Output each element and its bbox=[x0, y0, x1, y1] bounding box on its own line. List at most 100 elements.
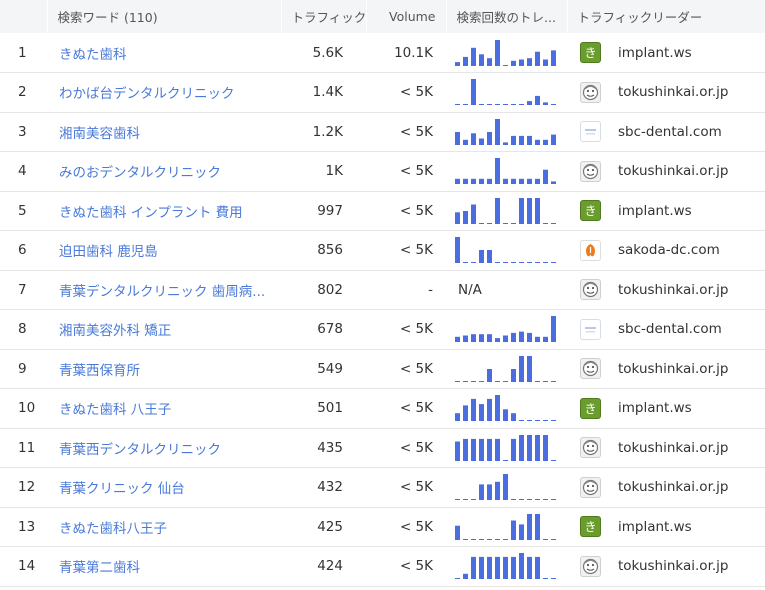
trend-cell: N/A bbox=[446, 270, 567, 310]
trend-bar bbox=[479, 138, 484, 145]
trend-cell bbox=[446, 547, 567, 587]
leader-cell: き implant.ws bbox=[567, 33, 765, 73]
trend-bar bbox=[519, 59, 524, 66]
keyword-column-header[interactable]: 検索ワード (110) bbox=[46, 0, 281, 33]
trend-bar bbox=[527, 513, 532, 540]
traffic-cell: 1K bbox=[281, 152, 366, 192]
row-rank: 2 bbox=[18, 84, 27, 101]
keyword-link[interactable]: 湘南美容外科 矯正 bbox=[59, 319, 271, 339]
trend-bar bbox=[527, 557, 532, 580]
trend-column-header[interactable]: 検索回数のトレ... bbox=[445, 0, 567, 33]
trend-bar-empty bbox=[455, 499, 460, 501]
table-row[interactable]: 5 きぬた歯科 インプラント 費用 997 < 5K き implant.ws bbox=[0, 191, 765, 231]
trend-bar bbox=[487, 368, 492, 382]
row-rank: 6 bbox=[18, 242, 27, 259]
trend-bar bbox=[535, 179, 540, 185]
table-row[interactable]: 8 湘南美容外科 矯正 678 < 5K sbc-dental.com bbox=[0, 310, 765, 349]
table-row[interactable]: 10 きぬた歯科 八王子 501 < 5K き implant.ws bbox=[0, 389, 765, 429]
keyword-link[interactable]: 青葉西保育所 bbox=[59, 359, 271, 379]
volume-value: < 5K bbox=[399, 242, 433, 259]
trend-bar bbox=[527, 355, 532, 382]
traffic-cell: 997 bbox=[281, 191, 366, 231]
keyword-link[interactable]: きぬた歯科八王子 bbox=[59, 517, 271, 537]
leader-domain[interactable]: implant.ws bbox=[618, 45, 692, 61]
leader-domain[interactable]: sbc-dental.com bbox=[618, 321, 722, 337]
favicon-glyph: き bbox=[584, 204, 597, 219]
favicon-glyph: き bbox=[584, 46, 597, 60]
traffic-cell: 432 bbox=[281, 468, 366, 508]
table-row[interactable]: 1 きぬた歯科 5.6K 10.1K き implant.ws bbox=[0, 33, 765, 73]
keyword-link[interactable]: きぬた歯科 bbox=[59, 43, 271, 63]
volume-value: < 5K bbox=[399, 439, 433, 456]
volume-column-header[interactable]: Volume bbox=[365, 0, 446, 33]
keyword-link[interactable]: 青葉第二歯科 bbox=[59, 556, 271, 576]
leader-domain[interactable]: tokushinkai.or.jp bbox=[618, 479, 729, 495]
keyword-link[interactable]: きぬた歯科 インプラント 費用 bbox=[59, 201, 271, 221]
implant-favicon-icon: き bbox=[580, 397, 601, 419]
trend-bar-empty bbox=[527, 499, 532, 501]
volume-value: < 5K bbox=[399, 84, 433, 101]
trend-sparkline bbox=[455, 474, 556, 501]
keyword-link[interactable]: 迫田歯科 鹿児島 bbox=[59, 240, 271, 260]
leader-domain[interactable]: implant.ws bbox=[618, 203, 692, 219]
trend-bar bbox=[527, 101, 532, 106]
keyword-link[interactable]: みのおデンタルクリニック bbox=[59, 161, 271, 181]
table-row[interactable]: 6 迫田歯科 鹿児島 856 < 5K sakoda-dc.com bbox=[0, 231, 765, 270]
table-row[interactable]: 12 青葉クリニック 仙台 432 < 5K tokushinkai.or.jp bbox=[0, 468, 765, 508]
trend-bar bbox=[455, 441, 460, 461]
leader-domain[interactable]: sakoda-dc.com bbox=[618, 242, 720, 258]
trend-bar bbox=[495, 39, 500, 66]
trend-bar-empty bbox=[543, 222, 548, 224]
leader-domain[interactable]: implant.ws bbox=[618, 519, 692, 535]
table-row[interactable]: 9 青葉西保育所 549 < 5K tokushinkai.or.jp bbox=[0, 349, 765, 389]
trend-bar bbox=[543, 337, 548, 343]
leader-domain[interactable]: tokushinkai.or.jp bbox=[618, 84, 729, 100]
volume-value: 10.1K bbox=[394, 44, 433, 61]
leader-domain[interactable]: tokushinkai.or.jp bbox=[618, 558, 729, 574]
table-row[interactable]: 7 青葉デンタルクリニック 歯周病... 802 - N/A tokushinkai.or… bbox=[0, 270, 765, 310]
leader-domain[interactable]: implant.ws bbox=[618, 400, 692, 416]
trend-bar-empty bbox=[463, 380, 468, 382]
tokushinkai-favicon-icon bbox=[580, 437, 601, 459]
leader-domain[interactable]: sbc-dental.com bbox=[618, 124, 722, 140]
table-row[interactable]: 2 わかば台デンタルクリニック 1.4K < 5K tokushinkai.or.jp bbox=[0, 73, 765, 112]
traffic-cell: 802 bbox=[281, 270, 366, 310]
volume-value: < 5K bbox=[399, 202, 433, 219]
keyword-link[interactable]: 青葉クリニック 仙台 bbox=[59, 477, 271, 497]
table-row[interactable]: 11 青葉西デンタルクリニック 435 < 5K tokushinkai.or.jp bbox=[0, 428, 765, 468]
keyword-link[interactable]: きぬた歯科 八王子 bbox=[59, 398, 271, 418]
trend-bar bbox=[511, 333, 516, 343]
trend-bar-empty bbox=[543, 420, 548, 422]
keyword-link[interactable]: 青葉西デンタルクリニック bbox=[59, 438, 271, 458]
table-row[interactable]: 14 青葉第二歯科 424 < 5K tokushinkai.or.jp bbox=[0, 547, 765, 587]
table-row[interactable]: 3 湘南美容歯科 1.2K < 5K sbc-dental.com bbox=[0, 112, 765, 152]
keyword-link[interactable]: わかば台デンタルクリニック bbox=[59, 82, 271, 102]
row-rank: 5 bbox=[18, 202, 27, 219]
trend-bar bbox=[519, 355, 524, 382]
leader-domain[interactable]: tokushinkai.or.jp bbox=[618, 163, 729, 179]
trend-bar bbox=[455, 61, 460, 66]
keyword-link[interactable]: 湘南美容歯科 bbox=[59, 122, 271, 142]
trend-bar-empty bbox=[535, 380, 540, 382]
leader-domain[interactable]: tokushinkai.or.jp bbox=[618, 282, 729, 298]
trend-bar bbox=[535, 434, 540, 461]
leader-domain[interactable]: tokushinkai.or.jp bbox=[618, 440, 729, 456]
table-row[interactable]: 13 きぬた歯科八王子 425 < 5K き implant.ws bbox=[0, 507, 765, 547]
trend-bar bbox=[527, 179, 532, 185]
keyword-link[interactable]: 青葉デンタルクリニック 歯周病... bbox=[59, 280, 271, 300]
trend-bar bbox=[495, 197, 500, 224]
trend-bar-empty bbox=[527, 420, 532, 422]
trend-bar bbox=[503, 557, 508, 580]
table-row[interactable]: 4 みのおデンタルクリニック 1K < 5K tokushinkai.or.jp bbox=[0, 152, 765, 192]
leader-cell: き implant.ws bbox=[567, 389, 765, 429]
trend-bar-empty bbox=[463, 262, 468, 264]
trend-bar-empty bbox=[455, 578, 460, 580]
sakoda-favicon-icon bbox=[580, 239, 601, 261]
traffic-column-header[interactable]: トラフィック bbox=[280, 0, 366, 33]
leader-domain[interactable]: tokushinkai.or.jp bbox=[618, 361, 729, 377]
leader-column-header[interactable]: トラフィックリーダー bbox=[566, 0, 765, 33]
trend-bar-empty bbox=[471, 499, 476, 501]
trend-bar-empty bbox=[511, 104, 516, 106]
trend-bar-empty bbox=[503, 222, 508, 224]
trend-bar bbox=[519, 197, 524, 224]
